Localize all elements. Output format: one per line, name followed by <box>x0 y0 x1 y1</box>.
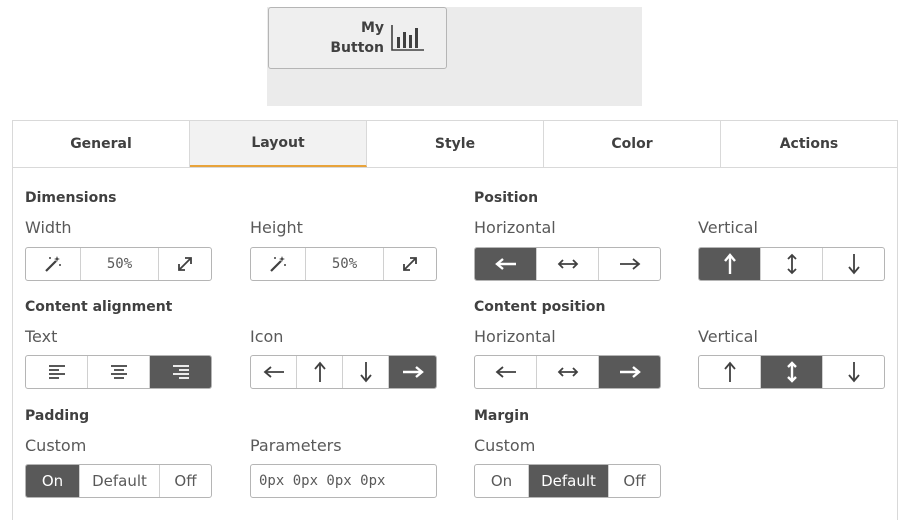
magic-wand-icon <box>45 256 61 272</box>
arrow-left-icon <box>495 366 516 378</box>
position-top-button[interactable] <box>699 248 761 280</box>
height-label: Height <box>250 218 303 237</box>
arrow-right-icon <box>619 258 640 270</box>
arrow-left-icon <box>263 366 284 378</box>
content-position-horizontal-label: Horizontal <box>474 327 556 346</box>
padding-parameters-input[interactable]: 0px 0px 0px 0px <box>250 464 437 498</box>
align-left-icon <box>48 365 65 379</box>
dimensions-title: Dimensions <box>25 190 117 206</box>
text-alignment-label: Text <box>25 327 58 346</box>
icon-align-bottom-button[interactable] <box>343 356 389 388</box>
padding-on-button[interactable]: On <box>26 465 80 497</box>
arrow-up-icon <box>313 361 326 382</box>
content-position-title: Content position <box>474 299 606 315</box>
arrow-up-down-icon <box>786 361 797 383</box>
text-align-right-button[interactable] <box>150 356 211 388</box>
tab-layout[interactable]: Layout <box>190 121 367 167</box>
height-value[interactable]: 50% <box>306 248 384 280</box>
height-control: 50% <box>250 247 437 281</box>
tab-actions[interactable]: Actions <box>721 121 897 167</box>
align-center-icon <box>110 365 127 379</box>
arrow-left-right-icon <box>557 259 578 269</box>
padding-off-button[interactable]: Off <box>160 465 211 497</box>
tab-general[interactable]: General <box>13 121 190 167</box>
width-auto-button[interactable] <box>26 248 81 280</box>
text-align-left-button[interactable] <box>26 356 88 388</box>
position-vcenter-button[interactable] <box>761 248 823 280</box>
content-right-button[interactable] <box>599 356 660 388</box>
position-title: Position <box>474 190 539 206</box>
text-alignment-control <box>25 355 212 389</box>
height-auto-button[interactable] <box>251 248 306 280</box>
margin-custom-control: On Default Off <box>474 464 661 498</box>
arrow-up-down-icon <box>786 253 797 275</box>
content-left-button[interactable] <box>475 356 537 388</box>
content-top-button[interactable] <box>699 356 761 388</box>
expand-icon <box>178 257 192 271</box>
position-left-button[interactable] <box>475 248 537 280</box>
expand-icon <box>403 257 417 271</box>
margin-on-button[interactable]: On <box>475 465 529 497</box>
margin-off-button[interactable]: Off <box>609 465 660 497</box>
text-align-center-button[interactable] <box>88 356 150 388</box>
icon-align-right-button[interactable] <box>389 356 436 388</box>
content-position-vertical-control <box>698 355 885 389</box>
properties-panel: General Layout Style Color Actions <box>12 120 898 520</box>
preview-button-label: My Button <box>330 18 384 58</box>
width-expand-button[interactable] <box>159 248 211 280</box>
width-label: Width <box>25 218 72 237</box>
content-bottom-button[interactable] <box>823 356 884 388</box>
preview-label-line2: Button <box>330 40 384 56</box>
position-hcenter-button[interactable] <box>537 248 599 280</box>
content-position-horizontal-control <box>474 355 661 389</box>
padding-parameters-label: Parameters <box>250 436 342 455</box>
tab-color[interactable]: Color <box>544 121 721 167</box>
icon-alignment-label: Icon <box>250 327 284 346</box>
position-horizontal-label: Horizontal <box>474 218 556 237</box>
icon-alignment-control <box>250 355 437 389</box>
magic-wand-icon <box>270 256 286 272</box>
position-horizontal-control <box>474 247 661 281</box>
tab-style[interactable]: Style <box>367 121 544 167</box>
margin-custom-label: Custom <box>474 436 536 455</box>
content-alignment-title: Content alignment <box>25 299 173 315</box>
padding-custom-control: On Default Off <box>25 464 212 498</box>
arrow-left-right-icon <box>557 367 578 377</box>
content-position-vertical-label: Vertical <box>698 327 758 346</box>
padding-default-button[interactable]: Default <box>80 465 160 497</box>
arrow-left-icon <box>494 258 516 270</box>
tab-bar: General Layout Style Color Actions <box>13 121 897 168</box>
content-vcenter-button[interactable] <box>761 356 823 388</box>
position-vertical-control <box>698 247 885 281</box>
align-right-icon <box>172 365 189 379</box>
arrow-down-icon <box>847 362 860 383</box>
arrow-down-icon <box>359 362 372 383</box>
height-expand-button[interactable] <box>384 248 436 280</box>
arrow-up-icon <box>723 361 736 382</box>
preview-label-line1: My <box>360 20 384 36</box>
preview-button[interactable]: My Button <box>268 7 447 69</box>
bar-chart-icon <box>391 25 424 51</box>
position-bottom-button[interactable] <box>823 248 884 280</box>
width-control: 50% <box>25 247 212 281</box>
button-preview-area: My Button <box>267 7 642 106</box>
position-vertical-label: Vertical <box>698 218 758 237</box>
padding-title: Padding <box>25 408 90 424</box>
arrow-right-icon <box>402 366 424 378</box>
position-right-button[interactable] <box>599 248 660 280</box>
arrow-down-icon <box>847 254 860 275</box>
padding-custom-label: Custom <box>25 436 87 455</box>
margin-title: Margin <box>474 408 530 424</box>
arrow-right-icon <box>619 366 641 378</box>
width-value[interactable]: 50% <box>81 248 159 280</box>
icon-align-left-button[interactable] <box>251 356 297 388</box>
content-hcenter-button[interactable] <box>537 356 599 388</box>
icon-align-top-button[interactable] <box>297 356 343 388</box>
arrow-up-icon <box>723 253 736 274</box>
margin-default-button[interactable]: Default <box>529 465 609 497</box>
